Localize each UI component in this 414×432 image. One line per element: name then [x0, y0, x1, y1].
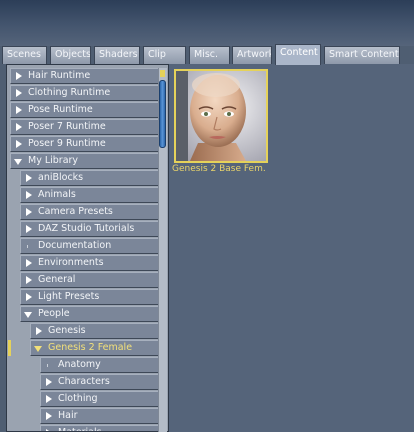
- tree-item-label: Clothing: [58, 393, 98, 404]
- content-item-thumbnail[interactable]: [174, 69, 268, 163]
- tree-item-environments[interactable]: Environments: [20, 255, 161, 271]
- tree-scrollbar-thumb[interactable]: [159, 80, 166, 148]
- genesis-2-female-portrait-icon: [176, 71, 266, 161]
- tab-clip[interactable]: Clip: [143, 46, 186, 64]
- expand-arrow-icon[interactable]: [24, 188, 34, 202]
- tree-item-general[interactable]: General: [20, 272, 161, 288]
- tree-item-label: Poser 9 Runtime: [28, 138, 106, 149]
- tree-item-label: aniBlocks: [38, 172, 84, 183]
- tree-item-label: DAZ Studio Tutorials: [38, 223, 135, 234]
- tree-item-label: Characters: [58, 376, 110, 387]
- tree-item-clothing-runtime[interactable]: Clothing Runtime: [10, 85, 161, 101]
- tree-item-label: General: [38, 274, 76, 285]
- tree-item-label: Light Presets: [38, 291, 100, 302]
- tree-item-label: My Library: [28, 155, 79, 166]
- tab-objects[interactable]: Objects: [50, 46, 91, 64]
- selection-marker: [8, 340, 11, 356]
- tree-item-label: Camera Presets: [38, 206, 113, 217]
- tree-item-label: Clothing Runtime: [28, 87, 111, 98]
- tab-smart-content[interactable]: Smart Content: [324, 46, 400, 64]
- tab-bar: Scenes Objects Shaders Clip Misc. Artwork Cont…: [0, 44, 414, 65]
- expand-arrow-icon[interactable]: [24, 222, 34, 236]
- tree-item-label: Hair Runtime: [28, 70, 91, 81]
- tree-item-pose-runtime[interactable]: Pose Runtime: [10, 102, 161, 118]
- tree-item-light-presets[interactable]: Light Presets: [20, 289, 161, 305]
- expand-arrow-icon[interactable]: [44, 375, 54, 389]
- top-panel-background: [0, 0, 414, 46]
- tree-item-aniblocks[interactable]: aniBlocks: [20, 170, 161, 186]
- tree-item-label: Genesis: [48, 325, 86, 336]
- content-tree: Hair Runtime Clothing Runtime Pose Runtime…: [10, 68, 161, 431]
- tree-item-my-library[interactable]: My Library: [10, 153, 161, 169]
- tree-item-label: Anatomy: [58, 359, 101, 370]
- expand-arrow-icon[interactable]: [14, 69, 24, 83]
- tab-shaders[interactable]: Shaders: [94, 46, 140, 64]
- expand-arrow-icon[interactable]: [14, 86, 24, 100]
- tree-item-label: Pose Runtime: [28, 104, 93, 115]
- expand-arrow-icon[interactable]: [14, 103, 24, 117]
- expand-arrow-icon[interactable]: [24, 171, 34, 185]
- tab-misc[interactable]: Misc.: [189, 46, 230, 64]
- tree-item-label: Hair: [58, 410, 78, 421]
- tree-item-hair[interactable]: Hair: [40, 408, 161, 424]
- expand-arrow-icon[interactable]: [34, 324, 44, 338]
- expand-arrow-icon[interactable]: [24, 205, 34, 219]
- tree-item-poser-9-runtime[interactable]: Poser 9 Runtime: [10, 136, 161, 152]
- tree-item-characters[interactable]: Characters: [40, 374, 161, 390]
- tree-item-camera-presets[interactable]: Camera Presets: [20, 204, 161, 220]
- tree-item-label: Environments: [38, 257, 104, 268]
- leaf-dash-icon: [24, 239, 34, 253]
- collapse-arrow-icon[interactable]: [14, 154, 24, 168]
- expand-arrow-icon[interactable]: [24, 273, 34, 287]
- tree-item-label: Materials: [58, 426, 102, 431]
- tab-scenes[interactable]: Scenes: [2, 46, 47, 64]
- tree-item-label: Animals: [38, 189, 76, 200]
- tree-item-hair-runtime[interactable]: Hair Runtime: [10, 68, 161, 84]
- expand-arrow-icon[interactable]: [44, 426, 54, 431]
- collapse-arrow-icon[interactable]: [34, 341, 44, 355]
- tree-item-animals[interactable]: Animals: [20, 187, 161, 203]
- tree-item-documentation[interactable]: Documentation: [20, 238, 161, 254]
- tree-item-label: Documentation: [38, 240, 112, 251]
- expand-arrow-icon[interactable]: [24, 256, 34, 270]
- tree-item-daz-studio-tutorials[interactable]: DAZ Studio Tutorials: [20, 221, 161, 237]
- leaf-dash-icon: [44, 358, 54, 372]
- tree-item-poser-7-runtime[interactable]: Poser 7 Runtime: [10, 119, 161, 135]
- tree-item-genesis-2-female[interactable]: Genesis 2 Female: [30, 340, 161, 356]
- scrollbar-top-marker: [160, 70, 165, 77]
- tree-item-genesis[interactable]: Genesis: [30, 323, 161, 339]
- tree-item-label: Genesis 2 Female: [48, 342, 133, 353]
- tree-item-people[interactable]: People: [20, 306, 161, 322]
- tab-content[interactable]: Content: [275, 44, 321, 65]
- expand-arrow-icon[interactable]: [44, 392, 54, 406]
- content-tree-panel: Hair Runtime Clothing Runtime Pose Runtime…: [6, 64, 169, 432]
- tree-item-materials[interactable]: Materials: [40, 425, 161, 431]
- expand-arrow-icon[interactable]: [24, 290, 34, 304]
- expand-arrow-icon[interactable]: [14, 137, 24, 151]
- tree-item-clothing[interactable]: Clothing: [40, 391, 161, 407]
- tab-artwork[interactable]: Artwork: [232, 46, 272, 64]
- tree-item-label: Poser 7 Runtime: [28, 121, 106, 132]
- expand-arrow-icon[interactable]: [14, 120, 24, 134]
- collapse-arrow-icon[interactable]: [24, 307, 34, 321]
- content-item-caption[interactable]: Genesis 2 Base Fem.: [172, 164, 282, 174]
- tree-item-anatomy[interactable]: Anatomy: [40, 357, 161, 373]
- tree-item-label: People: [38, 308, 70, 319]
- expand-arrow-icon[interactable]: [44, 409, 54, 423]
